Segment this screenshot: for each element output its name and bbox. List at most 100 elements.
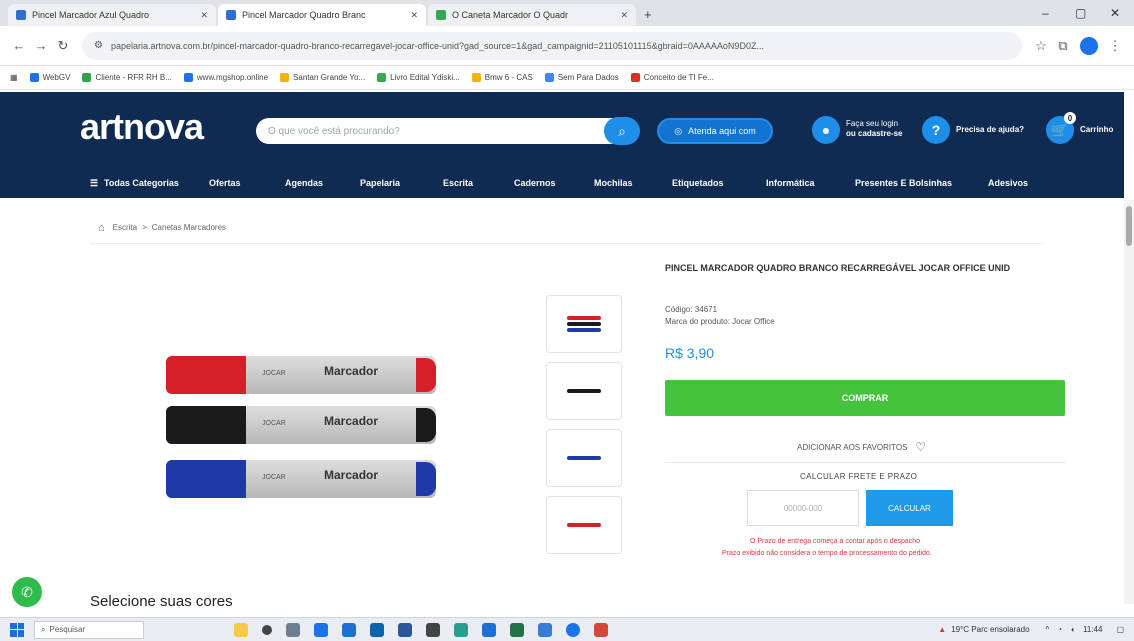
windows-start-icon[interactable] [10, 622, 24, 637]
notifications-icon[interactable]: ▢ [1116, 625, 1124, 634]
help-link[interactable]: Precisa de ajuda? [956, 125, 1024, 135]
bookmark-item[interactable]: Sem Para Dados [544, 73, 619, 82]
help-icon[interactable]: ? [922, 116, 950, 144]
outlook-icon[interactable] [370, 622, 384, 637]
profile-avatar[interactable] [1080, 36, 1098, 55]
app-icon[interactable] [538, 622, 552, 637]
nav-agendas[interactable]: Agendas [285, 178, 323, 188]
thumbnail-blue[interactable] [546, 429, 622, 487]
heart-icon: ♡ [915, 440, 927, 454]
app-icon[interactable] [426, 622, 440, 637]
bookmark-item[interactable]: www.mgshop.online [183, 73, 268, 82]
close-window-button[interactable]: ✕ [1110, 6, 1120, 20]
site-info-icon[interactable]: ⚙ [94, 40, 103, 51]
select-colors-heading: Selecione suas cores [90, 593, 233, 610]
forward-arrow-icon[interactable]: → [30, 38, 52, 53]
nav-escrita[interactable]: Escrita [443, 178, 473, 188]
reload-icon[interactable]: ↻ [52, 38, 74, 54]
product-code: Código: 34671 [665, 305, 718, 314]
address-bar-row: ← → ↻ ⚙ papelaria.artnova.com.br/pincel-m… [0, 26, 1134, 66]
divider [665, 462, 1065, 463]
weather-icon[interactable]: ▲ [938, 625, 946, 634]
url-field[interactable]: ⚙ papelaria.artnova.com.br/pincel-marcado… [82, 31, 1022, 60]
tray-chevron-icon[interactable]: ^ [1046, 625, 1050, 634]
product-main-image[interactable]: JOCAR Marcador JOCAR Marcador JOCAR Marc… [160, 350, 436, 510]
buy-button[interactable]: COMPRAR [665, 380, 1065, 416]
nav-papelaria[interactable]: Papelaria [360, 178, 400, 188]
breadcrumb-item[interactable]: Escrita [113, 223, 137, 232]
wifi-icon[interactable]: ◔ [1057, 625, 1062, 634]
bookmark-item[interactable]: Santan Grande Yo... [280, 73, 365, 82]
tab-favicon-icon [16, 10, 26, 20]
extensions-icon[interactable]: ⧉ [1052, 38, 1074, 54]
back-arrow-icon[interactable]: ← [8, 38, 30, 53]
hamburger-icon[interactable]: ☰ [90, 178, 98, 189]
excel-icon[interactable] [510, 622, 524, 637]
search-placeholder: O que você está procurando? [268, 125, 400, 137]
app-icon[interactable] [482, 622, 496, 637]
widgets-icon[interactable] [234, 622, 248, 637]
volume-icon[interactable]: ◖ [1070, 625, 1075, 634]
bookmark-item[interactable]: Cliente - RFR RH B... [82, 73, 172, 82]
apps-grid-icon[interactable]: ▦ [10, 73, 18, 82]
app-icon[interactable] [594, 622, 608, 637]
nav-mochilas[interactable]: Mochilas [594, 178, 633, 188]
maximize-button[interactable]: ▢ [1075, 6, 1086, 20]
page-scrollbar[interactable] [1124, 200, 1134, 604]
tab-label: Pincel Marcador Azul Quadro [32, 10, 150, 20]
nav-etiquetados[interactable]: Etiquetados [672, 178, 724, 188]
nav-ofertas[interactable]: Ofertas [209, 178, 241, 188]
close-tab-icon[interactable]: ✕ [620, 10, 628, 21]
search-button[interactable]: ⌕ [604, 117, 640, 145]
edge-icon[interactable] [314, 622, 328, 637]
nav-informatica[interactable]: Informática [766, 178, 815, 188]
user-icon[interactable]: ● [812, 116, 840, 144]
nav-cadernos[interactable]: Cadernos [514, 178, 556, 188]
app-icon[interactable] [454, 622, 468, 637]
taskbar-search[interactable]: ⌕ Pesquisar [34, 620, 144, 639]
search-input[interactable]: O que você está procurando? ⌕ [256, 117, 640, 145]
search-icon: ⌕ [618, 122, 626, 139]
breadcrumb-item[interactable]: Canetas Marcadores [152, 223, 226, 232]
site-logo[interactable]: artnova [80, 106, 204, 148]
clock[interactable]: 11:44 [1083, 625, 1102, 634]
minimize-button[interactable]: – [1042, 6, 1049, 20]
close-tab-icon[interactable]: ✕ [200, 10, 208, 21]
bookmark-item[interactable]: Livro Edital Ydiski... [377, 73, 460, 82]
home-icon[interactable]: ⌂ [98, 222, 105, 234]
cart-count-badge: 0 [1064, 112, 1076, 124]
bookmark-star-icon[interactable]: ☆ [1030, 38, 1052, 54]
bookmark-item[interactable]: Conceito de TI Fe... [630, 73, 714, 82]
nav-adesivos[interactable]: Adesivos [988, 178, 1028, 188]
browser-tab[interactable]: Pincel Marcador Azul Quadro ✕ [8, 4, 216, 26]
thumbnail-black[interactable] [546, 362, 622, 420]
cep-input[interactable]: 00000-000 [747, 490, 859, 526]
new-tab-button[interactable]: + [644, 7, 652, 22]
cart-link[interactable]: Carrinho [1080, 125, 1113, 135]
file-explorer-icon[interactable] [286, 622, 300, 637]
online-service-button[interactable]: ◎ Atenda aqui com [657, 118, 773, 144]
store-icon[interactable] [342, 622, 356, 637]
menu-dots-icon[interactable]: ⋮ [1104, 38, 1126, 54]
nav-all-categories[interactable]: Todas Categorias [104, 178, 179, 188]
login-link[interactable]: Faça seu login ou cadastre-se [846, 119, 902, 139]
word-icon[interactable] [398, 622, 412, 637]
nav-presentes[interactable]: Presentes E Bolsinhas [855, 178, 952, 188]
browser-tab[interactable]: O Caneta Marcador O Quadr ✕ [428, 4, 636, 26]
weather-text[interactable]: 19°C Parc ensolarado [951, 625, 1029, 634]
task-view-icon[interactable] [262, 624, 272, 635]
thumbnail-red[interactable] [546, 496, 622, 554]
chrome-icon[interactable] [566, 622, 580, 637]
thumbnail-all-colors[interactable] [546, 295, 622, 353]
calculate-shipping-button[interactable]: CALCULAR [866, 490, 953, 526]
browser-tab-active[interactable]: Pincel Marcador Quadro Branc ✕ [218, 4, 426, 26]
scrollbar-thumb[interactable] [1126, 206, 1132, 246]
close-tab-icon[interactable]: ✕ [410, 10, 418, 21]
tab-favicon-icon [436, 10, 446, 20]
delivery-note: O Prazo de entrega começa a contar após … [750, 538, 921, 545]
add-to-favorites-link[interactable]: ADICIONAR AOS FAVORITOS ♡ [797, 440, 926, 454]
whatsapp-icon[interactable]: ✆ [12, 577, 42, 607]
bookmark-item[interactable]: WebGV [29, 73, 70, 82]
bookmark-item[interactable]: Bmw 6 - CAS [471, 73, 533, 82]
marker-blue: JOCAR Marcador [166, 460, 436, 498]
